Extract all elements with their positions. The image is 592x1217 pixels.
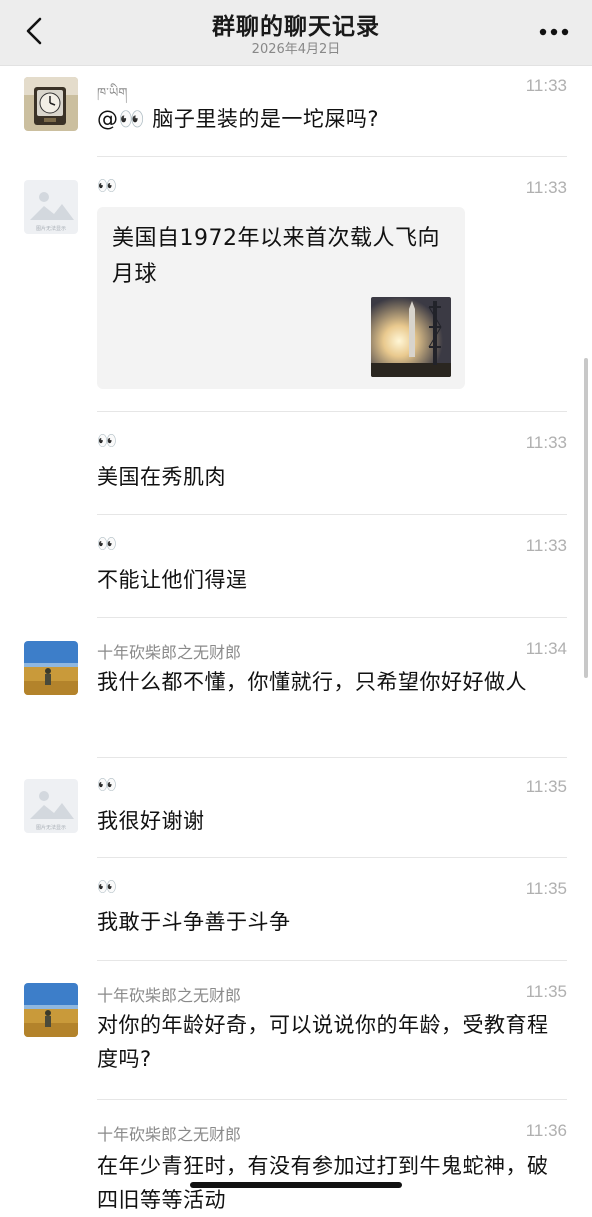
wheat-field-avatar [24,641,78,695]
message-text: 美国在秀肌肉 [97,465,226,489]
avatar[interactable]: 图片无法显示 [24,180,78,234]
sender-name: 👀 [97,176,117,195]
link-card[interactable]: 美国自1972年以来首次载人飞向月球 [97,207,465,389]
chat-header: 群聊的聊天记录 2026年4月2日 [0,0,592,66]
svg-text:图片无法显示: 图片无法显示 [36,824,66,831]
message-time: 11:33 [525,433,567,452]
placeholder-image-avatar: 图片无法显示 [24,779,78,833]
ellipsis-icon [539,28,569,36]
placeholder-image-avatar: 图片无法显示 [24,180,78,234]
sender-name: 👀 [97,431,117,450]
sender-name: 十年砍柴郎之无财郎 [97,986,242,1005]
page-title: 群聊的聊天记录 [212,14,380,40]
message-text: 我敢于斗争善于斗争 [97,910,291,934]
message-item: 十年砍柴郎之无财郎 11:35 对你的年龄好奇，可以说说你的年龄，受教育程度吗? [0,961,592,1100]
sender-name: 十年砍柴郎之无财郎 [97,1125,242,1144]
message-item: 👀 11:33 不能让他们得逞 [0,515,592,618]
message-text: 对你的年龄好奇，可以说说你的年龄，受教育程度吗? [97,1013,549,1071]
message-text: 我什么都不懂，你懂就行，只希望你好好做人 [97,670,527,694]
message-time: 11:33 [525,178,567,197]
message-time: 11:34 [525,639,567,658]
message-item: 👀 11:35 我敢于斗争善于斗争 [0,858,592,961]
message-time: 11:36 [525,1121,567,1140]
home-indicator[interactable] [190,1182,402,1188]
sender-name: 十年砍柴郎之无财郎 [97,643,242,662]
page-subtitle-date: 2026年4月2日 [251,42,341,57]
avatar[interactable]: 图片无法显示 [24,779,78,833]
avatar[interactable] [24,983,78,1037]
message-time: 11:35 [525,777,567,796]
clock-photo-avatar [24,77,78,131]
sender-name: 👀 [97,534,117,553]
wheat-field-avatar [24,983,78,1037]
avatar[interactable] [24,77,78,131]
message-text: 我很好谢谢 [97,809,205,833]
sender-name: 👀 [97,877,117,896]
message-text: @👀 脑子里装的是一坨屎吗? [97,107,379,131]
message-item: ཁ་ཡིག 11:33 @👀 脑子里装的是一坨屎吗? [0,65,592,157]
more-button[interactable] [534,18,574,46]
link-card-thumbnail [371,297,451,377]
svg-text:图片无法显示: 图片无法显示 [36,225,66,232]
message-time: 11:33 [525,76,567,95]
avatar[interactable] [24,641,78,695]
link-card-title: 美国自1972年以来首次载人飞向月球 [112,226,440,287]
sender-name: 👀 [97,775,117,794]
message-item: 👀 11:33 美国在秀肌肉 [0,412,592,515]
scrollbar[interactable] [584,358,588,678]
message-time: 11:33 [525,536,567,555]
message-text: 不能让他们得逞 [97,568,248,592]
message-time: 11:35 [525,879,567,898]
message-time: 11:35 [525,982,567,1001]
message-item: 十年砍柴郎之无财郎 11:34 我什么都不懂，你懂就行，只希望你好好做人 [0,618,592,758]
message-item: 图片无法显示 👀 11:35 我很好谢谢 [0,758,592,858]
rocket-launch-thumbnail [371,297,451,377]
